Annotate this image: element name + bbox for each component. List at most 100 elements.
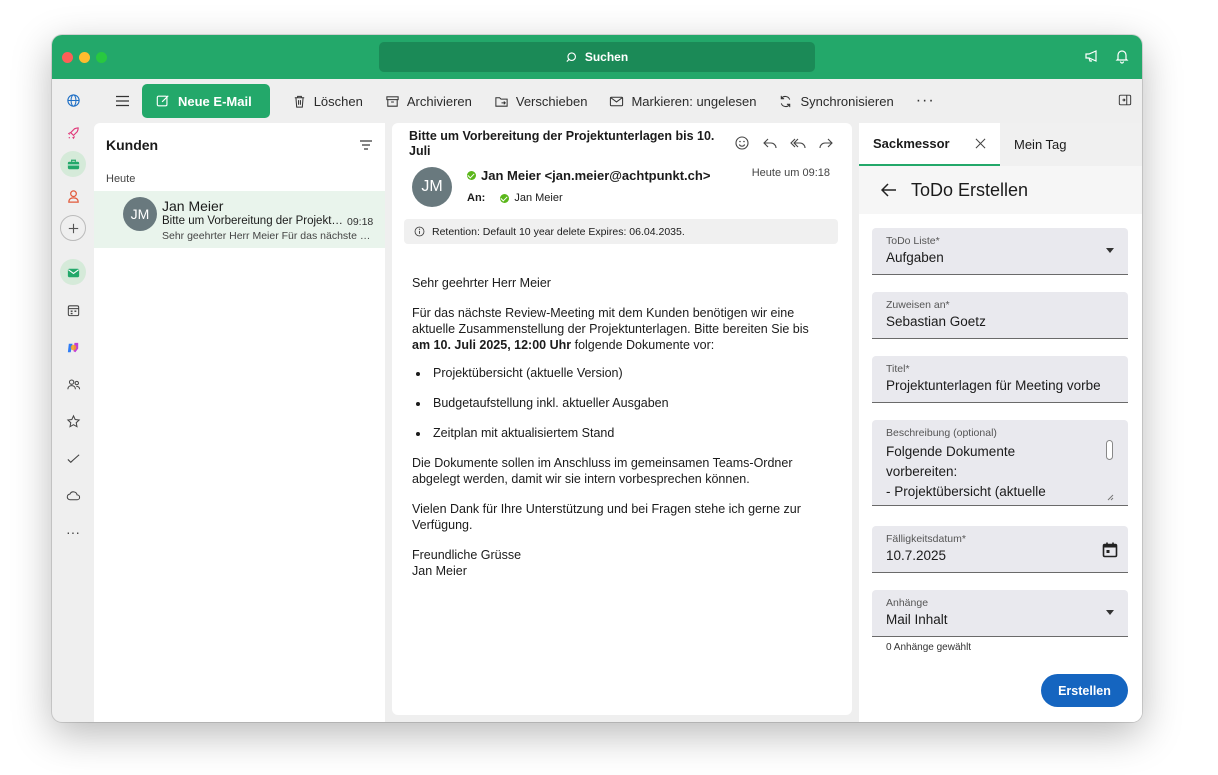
reading-pane: Bitte um Vorbereitung der Projektunterla…	[392, 123, 852, 715]
bell-icon[interactable]	[1114, 48, 1130, 64]
list-item: Zeitplan mit aktualisiertem Stand	[430, 425, 822, 441]
paragraph-3: Vielen Dank für Ihre Unterstützung und b…	[412, 502, 801, 532]
due-date-value: 10.7.2025	[886, 548, 947, 563]
email-subject: Bitte um Vorbereitung der Projektunterla…	[409, 129, 715, 158]
nav-people[interactable]	[60, 371, 86, 397]
app-nav-rail: ···	[52, 79, 94, 722]
close-icon[interactable]	[975, 138, 986, 149]
dropdown-arrow-icon	[1106, 610, 1114, 615]
message-sender: Jan Meier	[162, 198, 224, 214]
copilot-icon	[67, 342, 78, 352]
back-arrow-icon[interactable]	[881, 183, 897, 197]
nav-copilot[interactable]	[60, 334, 86, 360]
verified-icon	[500, 193, 510, 203]
nav-mail[interactable]	[60, 259, 86, 285]
nav-rocket[interactable]	[60, 120, 86, 146]
tab-mein-tag[interactable]: Mein Tag	[1000, 123, 1081, 166]
nav-calendar[interactable]	[60, 297, 86, 323]
nav-person[interactable]	[60, 183, 86, 209]
archive-label: Archivieren	[406, 93, 472, 109]
sender-name: Jan Meier <jan.meier@achtpunkt.ch>	[481, 168, 711, 183]
assign-value: Sebastian Goetz	[886, 314, 986, 329]
nav-cloud[interactable]	[60, 482, 86, 508]
due-date-field[interactable]: Fälligkeitsdatum* 10.7.2025	[872, 526, 1128, 573]
paragraph-1-end: folgende Dokumente vor:	[571, 338, 715, 352]
reply-icon[interactable]	[762, 135, 778, 151]
sync-button[interactable]: Synchronisieren	[778, 94, 894, 109]
person-icon	[67, 189, 79, 203]
email-body: Sehr geehrter Herr Meier Für das nächste…	[412, 275, 822, 579]
sender-line[interactable]: Jan Meier <jan.meier@achtpunkt.ch>	[467, 168, 710, 183]
assign-to-field[interactable]: Zuweisen an* Sebastian Goetz	[872, 292, 1128, 339]
document-list: Projektübersicht (aktuelle Version) Budg…	[430, 365, 822, 441]
mark-unread-button[interactable]: Markieren: ungelesen	[609, 94, 756, 109]
tab-sackmessor[interactable]: Sackmessor	[859, 123, 1000, 166]
sync-icon	[781, 95, 791, 107]
textarea-scrollbar[interactable]	[1106, 440, 1113, 460]
info-icon	[414, 226, 425, 237]
assign-label: Zuweisen an*	[886, 299, 950, 311]
compose-icon	[156, 95, 169, 107]
nav-more[interactable]: ···	[60, 519, 86, 545]
create-button[interactable]: Erstellen	[1041, 674, 1128, 707]
description-label: Beschreibung (optional)	[886, 427, 997, 439]
todo-list-select[interactable]: ToDo Liste* Aufgaben	[872, 228, 1128, 275]
hamburger-icon	[115, 95, 129, 107]
recipient-name[interactable]: Jan Meier	[514, 192, 562, 204]
tab-sackmessor-label: Sackmessor	[873, 136, 950, 151]
emoji-icon[interactable]	[734, 135, 750, 151]
new-mail-button[interactable]: Neue E-Mail	[142, 84, 270, 118]
title-bar: Suchen	[52, 35, 1142, 79]
addin-panel: Sackmessor Mein Tag ToDo Erstellen ToDo …	[859, 123, 1142, 722]
plus-icon	[68, 223, 78, 233]
sender-avatar: JM	[412, 167, 452, 207]
megaphone-icon[interactable]	[1084, 48, 1100, 64]
delete-button[interactable]: Löschen	[292, 94, 363, 109]
deadline-bold: am 10. Juli 2025, 12:00 Uhr	[412, 338, 572, 352]
calendar-icon[interactable]	[1101, 541, 1119, 559]
description-line: vorbereiten:	[886, 464, 958, 479]
filter-icon[interactable]	[359, 139, 373, 151]
email-timestamp: Heute um 09:18	[751, 167, 830, 179]
attachments-label: Anhänge	[886, 597, 929, 609]
message-preview: Sehr geehrter Herr Meier Für das nächste…	[162, 230, 372, 242]
greeting: Sehr geehrter Herr Meier	[412, 276, 551, 290]
folder-title: Kunden	[106, 137, 159, 153]
reply-all-icon[interactable]	[790, 135, 806, 151]
close-window-button[interactable]	[62, 52, 73, 63]
attachments-select[interactable]: Anhänge Mail Inhalt	[872, 590, 1128, 637]
move-button[interactable]: Verschieben	[494, 94, 587, 109]
nav-favorites[interactable]	[60, 408, 86, 434]
search-bar[interactable]: Suchen	[379, 42, 815, 72]
message-list-item[interactable]: JM Jan Meier Bitte um Vorbereitung der P…	[94, 191, 385, 248]
nav-globe[interactable]	[60, 87, 86, 113]
description-line: - Projektübersicht (aktuelle	[886, 484, 1046, 499]
message-list-pane: Kunden Heute JM Jan Meier Bitte um Vorbe…	[94, 123, 385, 722]
title-label: Titel*	[886, 363, 910, 375]
nav-todo[interactable]	[60, 445, 86, 471]
zoom-window-button[interactable]	[96, 52, 107, 63]
nav-add[interactable]	[60, 215, 86, 241]
paragraph-2: Die Dokumente sollen im Anschluss im gem…	[412, 456, 793, 486]
description-textarea[interactable]: Beschreibung (optional) Folgende Dokumen…	[872, 420, 1128, 506]
hamburger-menu-button[interactable]	[102, 86, 142, 116]
paragraph-1: Für das nächste Review-Meeting mit dem K…	[412, 305, 822, 353]
collapse-panel-icon[interactable]	[1118, 93, 1132, 107]
briefcase-icon	[67, 159, 79, 169]
resize-handle-icon[interactable]	[1106, 493, 1114, 501]
to-label: An:	[467, 192, 486, 204]
group-label-today: Heute	[106, 173, 136, 185]
archive-button[interactable]: Archivieren	[385, 94, 472, 109]
search-label: Suchen	[584, 50, 629, 64]
retention-text: Retention: Default 10 year delete Expire…	[432, 225, 685, 238]
people-icon	[66, 378, 80, 389]
more-actions-button[interactable]: ···	[916, 92, 935, 110]
forward-icon[interactable]	[818, 135, 834, 151]
minimize-window-button[interactable]	[79, 52, 90, 63]
title-field[interactable]: Titel* Projektunterlagen für Meeting vor…	[872, 356, 1128, 403]
todo-list-value: Aufgaben	[886, 250, 944, 265]
nav-briefcase[interactable]	[60, 151, 86, 177]
more-icon: ···	[66, 524, 80, 540]
todo-form: ToDo Liste* Aufgaben Zuweisen an* Sebast…	[859, 214, 1142, 722]
envelope-icon	[610, 96, 624, 106]
